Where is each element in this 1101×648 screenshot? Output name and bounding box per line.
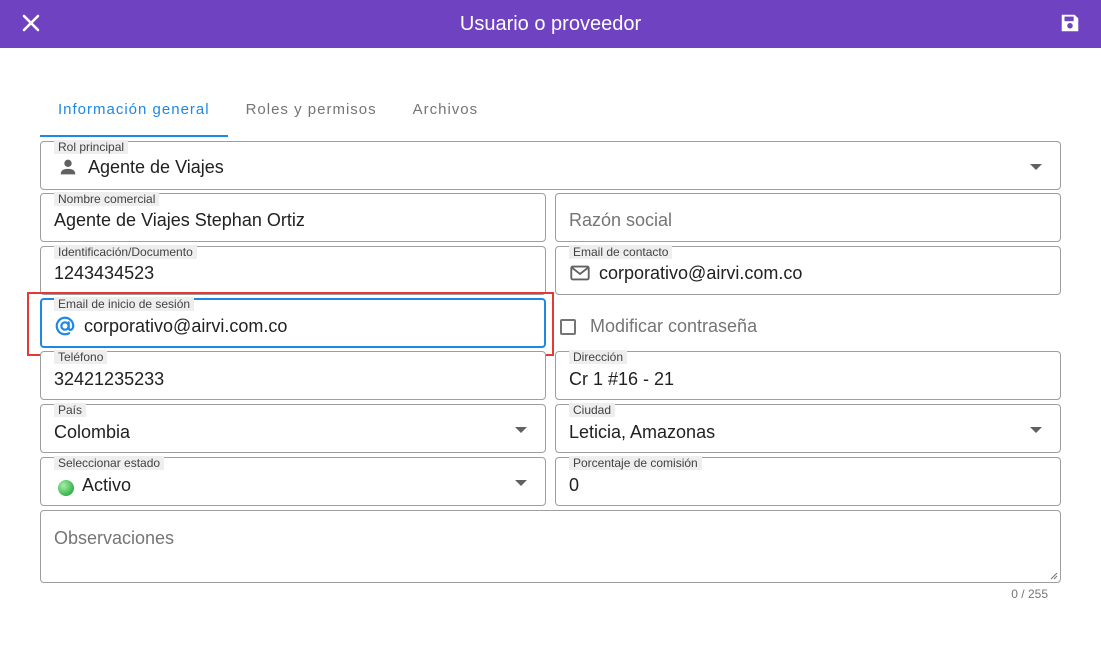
estado-value: Activo [82,475,132,495]
telefono-field[interactable]: Teléfono 32421235233 [40,350,546,400]
identificacion-label: Identificación/Documento [54,245,197,259]
direccion-field[interactable]: Dirección Cr 1 #16 - 21 [555,350,1061,400]
resize-handle-icon[interactable] [1050,572,1058,580]
email-contacto-value: corporativo@airvi.com.co [599,263,803,283]
estado-label: Seleccionar estado [54,456,165,470]
comision-field[interactable]: Porcentaje de comisión 0 [555,456,1061,506]
highlight-box [27,292,554,356]
email-contacto-field[interactable]: Email de contacto corporativo@airvi.com.… [555,245,1061,295]
nombre-comercial-value: Agente de Viajes Stephan Ortiz [54,210,305,230]
direccion-label: Dirección [569,350,628,364]
tab-informacion-general[interactable]: Información general [40,86,228,137]
close-button[interactable] [18,10,44,36]
comision-label: Porcentaje de comisión [569,456,702,470]
nombre-comercial-label: Nombre comercial [54,192,160,206]
razon-social-field[interactable]: Razón social [555,193,1061,242]
razon-social-placeholder: Razón social [569,210,673,230]
pais-select[interactable]: País Colombia [40,403,546,453]
chevron-down-icon [1030,164,1042,170]
save-button[interactable] [1057,10,1083,36]
person-icon [60,159,76,175]
ciudad-select[interactable]: Ciudad Leticia, Amazonas [555,403,1061,453]
observaciones-placeholder: Observaciones [54,528,175,548]
mail-icon [570,265,590,281]
tab-archivos[interactable]: Archivos [395,86,497,137]
nombre-comercial-field[interactable]: Nombre comercial Agente de Viajes Stepha… [40,192,546,242]
save-icon [1061,14,1079,32]
chevron-down-icon [1030,427,1042,433]
tab-bar: Información general Roles y permisos Arc… [40,86,496,137]
identificacion-value: 1243434523 [54,263,155,283]
telefono-label: Teléfono [54,350,108,364]
ciudad-label: Ciudad [569,403,616,417]
modificar-contrasena-checkbox[interactable]: Modificar contraseña [560,316,757,337]
rol-principal-select[interactable]: Rol principal Agente de Viajes [40,140,1061,190]
chevron-down-icon [515,427,527,433]
direccion-value: Cr 1 #16 - 21 [569,369,675,389]
rol-principal-value: Agente de Viajes [88,157,224,177]
status-dot-icon [58,480,74,496]
modificar-contrasena-label: Modificar contraseña [590,316,758,336]
close-icon [22,14,40,32]
observaciones-textarea[interactable]: Observaciones [40,510,1061,583]
ciudad-value: Leticia, Amazonas [569,422,716,442]
rol-principal-label: Rol principal [54,140,129,154]
estado-select[interactable]: Seleccionar estado Activo [40,456,546,506]
chevron-down-icon [515,480,527,486]
character-counter: 0 / 255 [1011,587,1048,601]
checkbox-icon[interactable] [560,318,576,335]
email-contacto-label: Email de contacto [569,245,673,259]
dialog-title: Usuario o proveedor [459,12,642,35]
telefono-value: 32421235233 [54,369,165,389]
pais-value: Colombia [54,422,131,442]
tab-roles-permisos[interactable]: Roles y permisos [228,86,395,137]
comision-value: 0 [569,475,580,495]
dialog-header: Usuario o proveedor [0,0,1101,48]
identificacion-field[interactable]: Identificación/Documento 1243434523 [40,245,546,295]
pais-label: País [54,403,87,417]
